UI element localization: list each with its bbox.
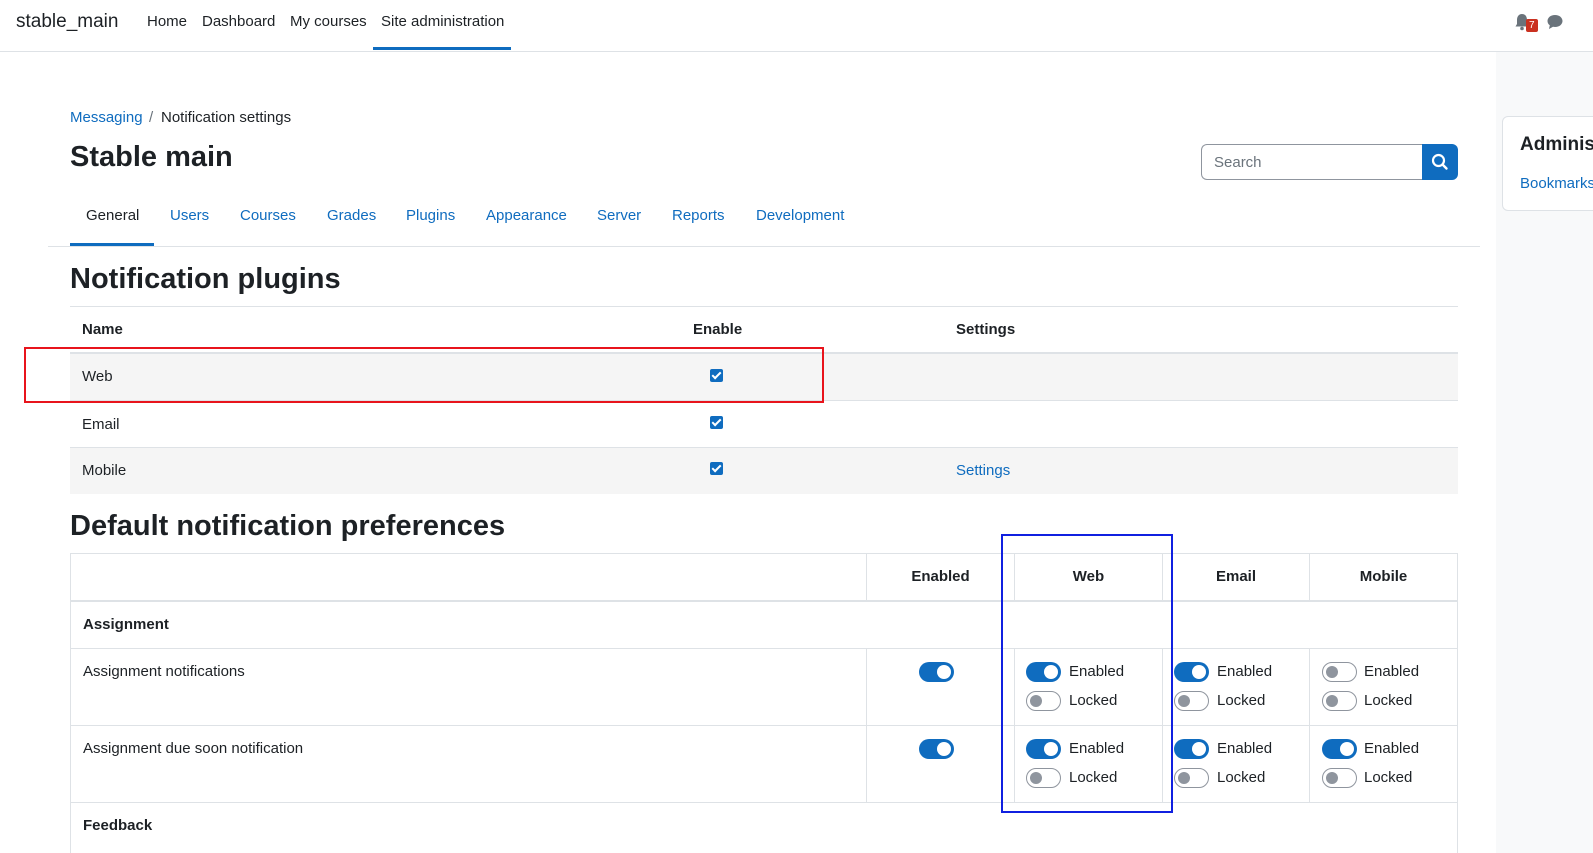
tab-development[interactable]: Development <box>756 207 844 224</box>
email-enabled-toggle[interactable] <box>1174 739 1209 759</box>
nav-active-indicator <box>373 47 511 50</box>
toggle-label: Enabled <box>1217 740 1273 757</box>
email-locked-toggle[interactable] <box>1174 768 1209 788</box>
mobile-settings-link[interactable]: Settings <box>956 462 1010 479</box>
prefs-header-enabled: Enabled <box>911 568 970 585</box>
top-navbar: stable_main Home Dashboard My courses Si… <box>0 0 1593 52</box>
prefs-header-mobile: Mobile <box>1359 568 1408 585</box>
mobile-enabled-toggle[interactable] <box>1322 662 1357 682</box>
toggle-label: Locked <box>1364 692 1413 709</box>
tabs-divider <box>48 246 1480 247</box>
search-input[interactable] <box>1201 144 1423 180</box>
toggle-label: Enabled <box>1217 663 1273 680</box>
page-title: Stable main <box>70 141 233 173</box>
mobile-locked-toggle[interactable] <box>1322 691 1357 711</box>
toggle-label: Locked <box>1217 692 1266 709</box>
assignment-due-enabled-toggle[interactable] <box>919 739 954 759</box>
row-divider <box>71 600 1457 602</box>
email-locked-toggle[interactable] <box>1174 691 1209 711</box>
notification-count-badge: 7 <box>1526 19 1538 32</box>
toggle-label: Locked <box>1217 769 1266 786</box>
tab-users[interactable]: Users <box>170 207 209 224</box>
mobile-locked-toggle[interactable] <box>1322 768 1357 788</box>
col-divider <box>1309 649 1310 803</box>
tab-appearance[interactable]: Appearance <box>486 207 567 224</box>
group-assignment: Assignment <box>83 616 169 633</box>
row-divider <box>71 802 1457 803</box>
notification-plugins-heading: Notification plugins <box>70 263 341 295</box>
tab-plugins[interactable]: Plugins <box>406 207 455 224</box>
admin-block-title: Administration <box>1520 134 1593 155</box>
email-enabled-toggle[interactable] <box>1174 662 1209 682</box>
search-icon <box>1431 153 1448 170</box>
tab-courses[interactable]: Courses <box>240 207 296 224</box>
plugins-header-enable: Enable <box>693 321 743 338</box>
breadcrumb-current: Notification settings <box>161 109 292 126</box>
row-divider <box>71 648 1457 649</box>
pref-name-assignment-due-soon: Assignment due soon notification <box>83 740 304 757</box>
plugin-enable-checkbox[interactable] <box>710 462 723 475</box>
site-brand[interactable]: stable_main <box>16 11 118 33</box>
highlight-web-column <box>1001 534 1173 813</box>
nav-home[interactable]: Home <box>147 13 187 30</box>
toggle-label: Enabled <box>1364 663 1420 680</box>
tab-general[interactable]: General <box>86 207 139 224</box>
chat-icon[interactable] <box>1546 13 1564 31</box>
nav-dashboard[interactable]: Dashboard <box>202 13 275 30</box>
assignment-enabled-toggle[interactable] <box>919 662 954 682</box>
nav-site-administration[interactable]: Site administration <box>381 13 504 30</box>
plugins-header-name: Name <box>82 321 123 338</box>
plugin-row-email: Email <box>70 401 1458 448</box>
plugin-name: Email <box>82 416 120 433</box>
breadcrumb-separator: / <box>149 109 154 126</box>
prefs-header-email: Email <box>1215 568 1257 585</box>
tab-reports[interactable]: Reports <box>672 207 725 224</box>
toggle-label: Enabled <box>1364 740 1420 757</box>
toggle-label: Locked <box>1364 769 1413 786</box>
col-divider <box>866 649 867 803</box>
nav-my-courses[interactable]: My courses <box>290 13 367 30</box>
plugins-table-top-border <box>70 306 1458 307</box>
bookmarks-link[interactable]: Bookmarks <box>1520 175 1593 192</box>
tab-server[interactable]: Server <box>597 207 641 224</box>
default-preferences-heading: Default notification preferences <box>70 510 506 542</box>
mobile-enabled-toggle[interactable] <box>1322 739 1357 759</box>
search-button[interactable] <box>1422 144 1458 180</box>
plugin-name: Mobile <box>82 462 127 479</box>
tab-grades[interactable]: Grades <box>327 207 376 224</box>
row-divider <box>71 725 1457 726</box>
highlight-web-row <box>24 347 824 403</box>
pref-name-assignment-notifications: Assignment notifications <box>83 663 245 680</box>
plugins-header-settings: Settings <box>956 321 1016 338</box>
admin-block: Administration Bookmarks <box>1502 116 1593 211</box>
group-feedback: Feedback <box>83 817 153 834</box>
plugin-row-mobile: Mobile Settings <box>70 448 1458 494</box>
plugin-enable-checkbox[interactable] <box>710 416 723 429</box>
breadcrumb-messaging[interactable]: Messaging <box>70 109 143 126</box>
